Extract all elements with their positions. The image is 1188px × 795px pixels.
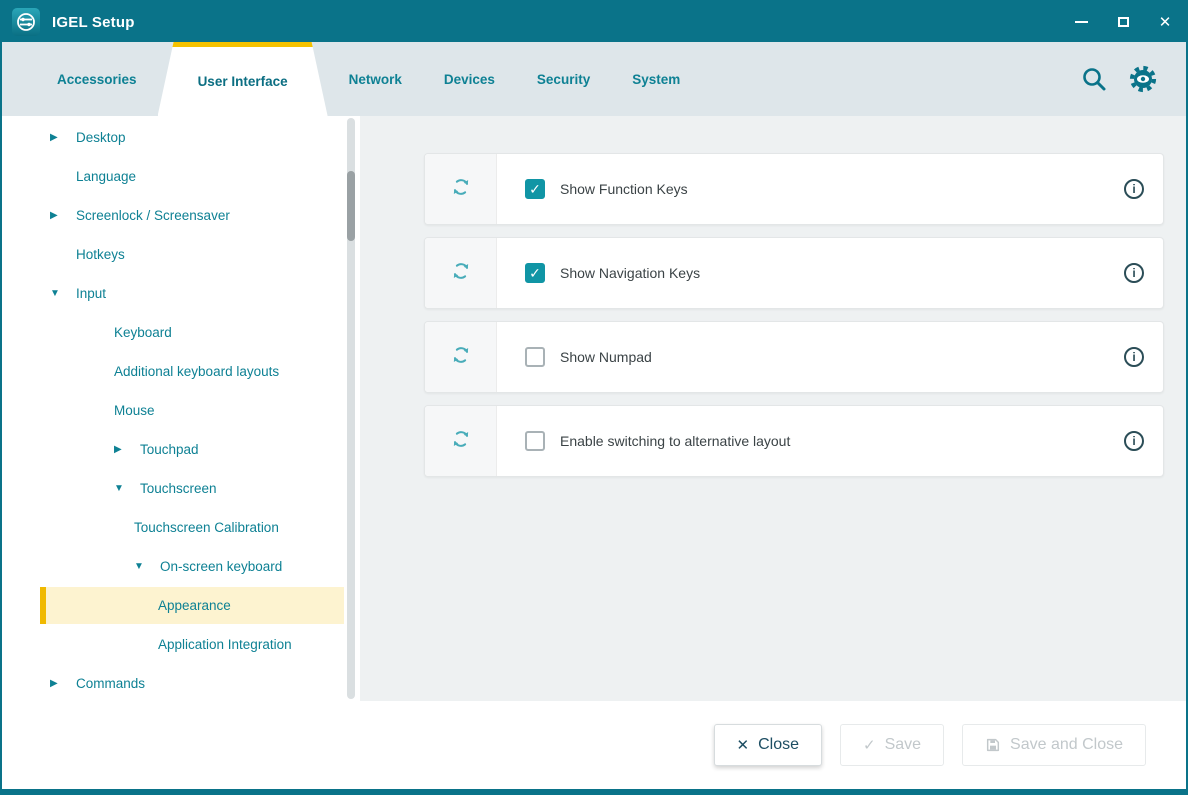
sidebar-scrollbar[interactable] [347, 118, 355, 699]
tab-bar: Accessories User Interface Network Devic… [2, 42, 1186, 116]
checkbox-show-numpad[interactable] [525, 347, 545, 367]
sidebar-item-commands[interactable]: Commands [2, 664, 360, 703]
sidebar-item-input[interactable]: Input [2, 274, 360, 313]
setting-content: Show Navigation Keys [497, 238, 1105, 308]
sidebar-item-on-screen-keyboard[interactable]: On-screen keyboard [2, 547, 360, 586]
igel-setup-window: IGEL Setup ✕ Accessories User Interface … [0, 0, 1188, 795]
expand-arrow-icon[interactable] [50, 133, 76, 143]
setting-content: Show Function Keys [497, 154, 1105, 224]
minimize-icon [1075, 21, 1088, 23]
tab-user-interface[interactable]: User Interface [158, 42, 328, 116]
close-icon: ✕ [1159, 15, 1172, 30]
save-button[interactable]: ✓ Save [840, 724, 944, 766]
collapse-arrow-icon[interactable] [50, 289, 76, 299]
info-icon[interactable]: i [1124, 179, 1144, 199]
advanced-settings-gear-eye-icon[interactable] [1128, 64, 1158, 94]
sidebar-item-touchscreen-calibration[interactable]: Touchscreen Calibration [2, 508, 360, 547]
window-close-button[interactable]: ✕ [1144, 2, 1186, 42]
collapse-arrow-icon[interactable] [114, 484, 140, 494]
sidebar-item-appearance[interactable]: Appearance [2, 586, 360, 625]
info-cell: i [1105, 322, 1163, 392]
sidebar-item-mouse[interactable]: Mouse [2, 391, 360, 430]
tab-network[interactable]: Network [328, 42, 423, 116]
tab-security[interactable]: Security [516, 42, 611, 116]
setting-row-show-function-keys: Show Function Keys i [424, 153, 1164, 225]
sidebar-item-additional-keyboard-layouts[interactable]: Additional keyboard layouts [2, 352, 360, 391]
search-icon[interactable] [1080, 65, 1108, 93]
sidebar-item-language[interactable]: Language [2, 157, 360, 196]
info-cell: i [1105, 406, 1163, 476]
floppy-disk-icon [985, 737, 1001, 753]
expand-arrow-icon[interactable] [50, 211, 76, 221]
reset-to-default-sync-icon[interactable] [450, 428, 472, 455]
tabbar-icons [1080, 42, 1186, 116]
setting-row-enable-switching-alternative-layout: Enable switching to alternative layout i [424, 405, 1164, 477]
info-icon[interactable]: i [1124, 431, 1144, 451]
info-icon[interactable]: i [1124, 263, 1144, 283]
reset-cell [425, 154, 497, 224]
checkbox-show-navigation-keys[interactable] [525, 263, 545, 283]
close-button[interactable]: ✕ Close [714, 724, 822, 766]
tab-devices[interactable]: Devices [423, 42, 516, 116]
tab-accessories[interactable]: Accessories [36, 42, 158, 116]
sidebar-tree: Desktop Language Screenlock / Screensave… [2, 116, 360, 701]
titlebar: IGEL Setup ✕ [2, 2, 1186, 42]
expand-arrow-icon[interactable] [50, 679, 76, 689]
save-and-close-button[interactable]: Save and Close [962, 724, 1146, 766]
footer-bar: ✕ Close ✓ Save Save and Close [2, 701, 1186, 789]
close-x-icon: ✕ [737, 738, 750, 753]
collapse-arrow-icon[interactable] [134, 562, 160, 572]
minimize-button[interactable] [1060, 2, 1102, 42]
sidebar-item-touchscreen[interactable]: Touchscreen [2, 469, 360, 508]
reset-cell [425, 406, 497, 476]
reset-to-default-sync-icon[interactable] [450, 344, 472, 371]
window-controls: ✕ [1060, 2, 1186, 42]
setting-row-show-navigation-keys: Show Navigation Keys i [424, 237, 1164, 309]
setting-row-show-numpad: Show Numpad i [424, 321, 1164, 393]
reset-cell [425, 238, 497, 308]
info-icon[interactable]: i [1124, 347, 1144, 367]
scrollbar-thumb[interactable] [347, 171, 355, 241]
setting-content: Show Numpad [497, 322, 1105, 392]
sidebar-item-keyboard[interactable]: Keyboard [2, 313, 360, 352]
setting-content: Enable switching to alternative layout [497, 406, 1105, 476]
check-icon: ✓ [863, 738, 876, 753]
reset-to-default-sync-icon[interactable] [450, 260, 472, 287]
sidebar-item-hotkeys[interactable]: Hotkeys [2, 235, 360, 274]
checkbox-enable-switching-alternative-layout[interactable] [525, 431, 545, 451]
checkbox-show-function-keys[interactable] [525, 179, 545, 199]
igel-logo-icon [12, 8, 40, 36]
settings-panel: Show Function Keys i [360, 116, 1186, 701]
sidebar-item-application-integration[interactable]: Application Integration [2, 625, 360, 664]
tab-system[interactable]: System [611, 42, 701, 116]
info-cell: i [1105, 154, 1163, 224]
maximize-icon [1118, 17, 1129, 27]
info-cell: i [1105, 238, 1163, 308]
sidebar-item-touchpad[interactable]: Touchpad [2, 430, 360, 469]
content-area: Desktop Language Screenlock / Screensave… [2, 116, 1186, 701]
sidebar-item-desktop[interactable]: Desktop [2, 118, 360, 157]
sidebar-item-screenlock-screensaver[interactable]: Screenlock / Screensaver [2, 196, 360, 235]
reset-cell [425, 322, 497, 392]
reset-to-default-sync-icon[interactable] [450, 176, 472, 203]
expand-arrow-icon[interactable] [114, 445, 140, 455]
maximize-button[interactable] [1102, 2, 1144, 42]
window-title: IGEL Setup [52, 14, 135, 31]
